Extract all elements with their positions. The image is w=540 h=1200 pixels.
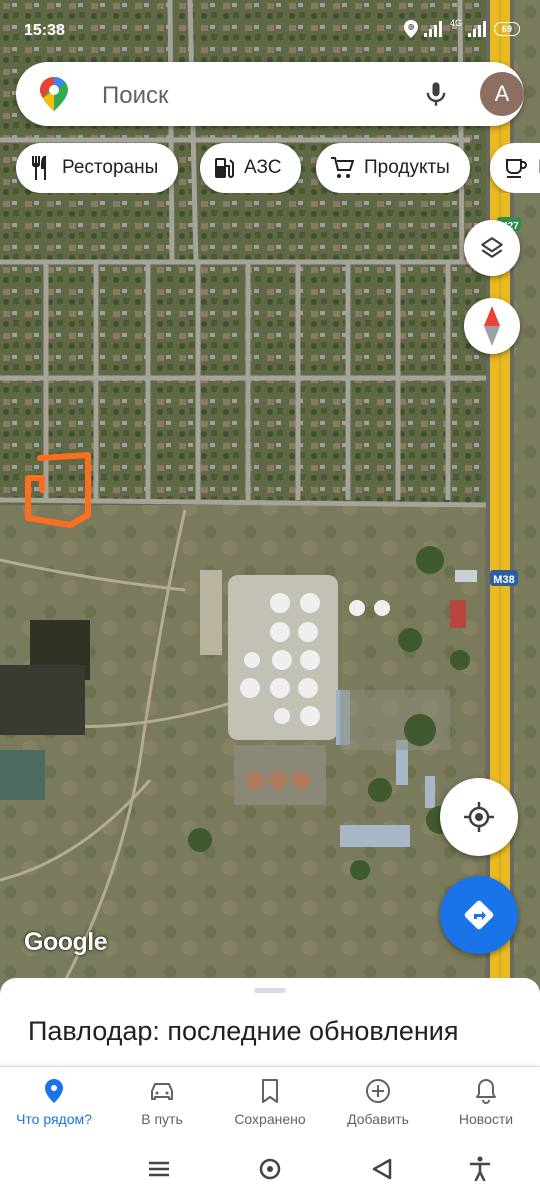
status-time: 15:38 xyxy=(24,22,65,39)
road-label-m38: М38 xyxy=(493,574,514,586)
shopping-cart-icon xyxy=(331,157,354,178)
network-type: 4G xyxy=(449,18,462,28)
back-icon[interactable] xyxy=(367,1154,397,1184)
location-pin-icon xyxy=(45,1079,63,1103)
nav-label: Сохранено xyxy=(234,1111,306,1127)
accessibility-icon[interactable] xyxy=(465,1154,495,1184)
status-icons: 4G 69 xyxy=(403,18,520,38)
nav-label: Добавить xyxy=(347,1111,409,1127)
gas-station-icon xyxy=(215,158,234,178)
nav-contribute[interactable]: Добавить xyxy=(324,1067,432,1137)
sheet-drag-handle[interactable] xyxy=(254,988,286,993)
nav-label: В путь xyxy=(141,1111,183,1127)
chip-groceries[interactable]: Продукты xyxy=(316,143,470,193)
my-location-icon xyxy=(464,802,494,832)
sheet-title: Павлодар: последние обновления xyxy=(28,1016,459,1046)
signal-icon xyxy=(468,21,486,37)
location-icon xyxy=(403,20,418,38)
chip-cafes[interactable]: Н xyxy=(490,143,540,193)
compass-button[interactable] xyxy=(464,298,520,354)
search-input[interactable]: Поиск xyxy=(102,82,169,110)
nav-label: Новости xyxy=(458,1111,514,1127)
system-navigation-bar xyxy=(0,1136,540,1200)
nav-saved[interactable]: Сохранено xyxy=(216,1067,324,1137)
chip-label: АЗС xyxy=(244,157,282,178)
signal-icon xyxy=(423,21,442,37)
car-icon xyxy=(151,1083,173,1100)
layers-icon xyxy=(481,237,503,258)
add-circle-icon xyxy=(366,1079,390,1103)
google-logo: Google xyxy=(24,928,108,956)
chip-label: Продукты xyxy=(364,157,450,178)
nav-commute[interactable]: В путь xyxy=(108,1067,216,1137)
nav-explore[interactable]: Что рядом? xyxy=(0,1067,108,1137)
chip-restaurants[interactable]: Рестораны xyxy=(16,143,179,193)
battery-icon: 69 xyxy=(494,22,520,36)
nav-updates[interactable]: Новости xyxy=(432,1067,540,1137)
category-chips: Рестораны АЗС Продукты Н xyxy=(16,143,540,193)
chip-label: Рестораны xyxy=(62,157,159,178)
bookmark-icon xyxy=(262,1079,278,1103)
search-bar[interactable]: Поиск А xyxy=(16,62,524,126)
menu-icon[interactable] xyxy=(144,1154,174,1184)
status-bar: 15:38 4G 69 xyxy=(0,0,540,60)
my-location-button[interactable] xyxy=(440,778,518,856)
home-icon[interactable] xyxy=(255,1154,285,1184)
bottom-navigation: Что рядом? В путь Сохранено Добавить Нов… xyxy=(0,1066,540,1136)
coffee-cup-icon xyxy=(506,159,527,178)
avatar[interactable]: А xyxy=(480,72,524,116)
google-maps-pin-icon xyxy=(40,77,68,111)
fork-knife-icon xyxy=(32,156,46,180)
nav-label: Что рядом? xyxy=(16,1111,92,1127)
chip-gas-stations[interactable]: АЗС xyxy=(200,143,302,193)
directions-icon xyxy=(464,900,494,930)
bottom-sheet[interactable]: Павлодар: последние обновления xyxy=(0,978,540,1070)
microphone-icon[interactable] xyxy=(422,80,450,108)
layers-button[interactable] xyxy=(464,220,520,276)
bell-icon xyxy=(476,1079,496,1104)
directions-button[interactable] xyxy=(440,876,518,954)
compass-icon xyxy=(484,306,500,346)
